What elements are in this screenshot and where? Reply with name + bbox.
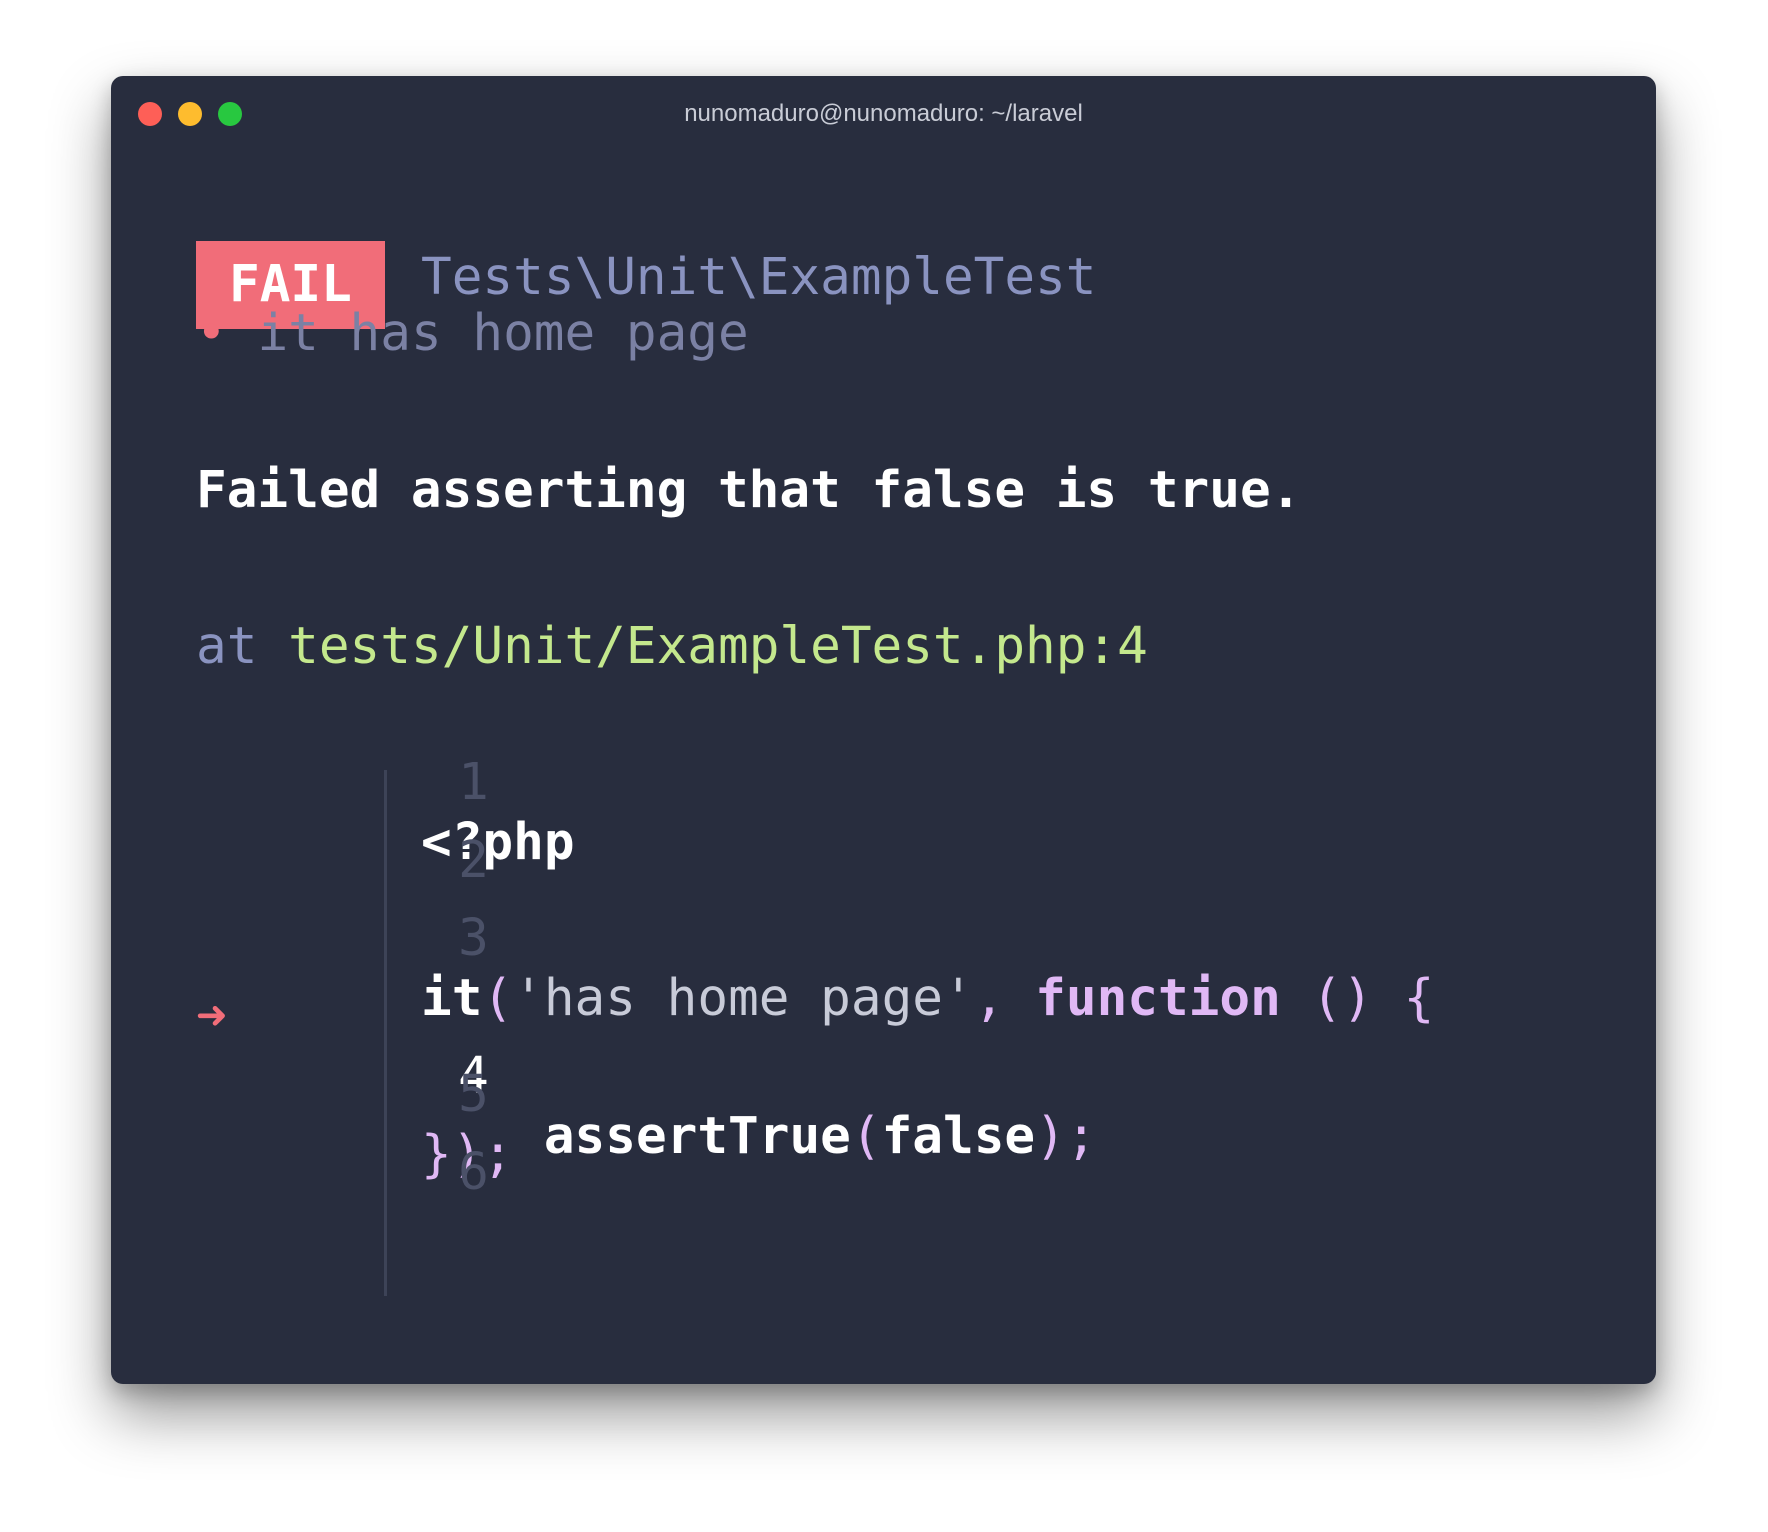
line-number: 6: [458, 1143, 489, 1202]
failure-message: Failed asserting that false is true.: [196, 461, 1302, 520]
semicolon: ;: [1065, 1107, 1097, 1166]
terminal-window: nunomaduro@nunomaduro: ~/laravel FAIL Te…: [111, 76, 1656, 1384]
title-bar: nunomaduro@nunomaduro: ~/laravel: [111, 76, 1656, 148]
code-line: 1 <?php: [196, 693, 575, 872]
open-brace: {: [1403, 969, 1435, 1028]
comma: ,: [973, 969, 1005, 1028]
test-class-name: Tests\Unit\ExampleTest: [421, 248, 1097, 307]
test-case-line: • it has home page: [196, 304, 749, 364]
close-paren: ): [1035, 1107, 1066, 1166]
failure-location: tests/Unit/ExampleTest.php:4: [288, 617, 1148, 676]
argument: false: [881, 1107, 1036, 1166]
string-literal: 'has home page': [513, 969, 974, 1028]
at-label: at: [196, 617, 258, 676]
code-text: assertTrue(false);: [421, 1107, 1097, 1167]
code-line: 2: [196, 771, 489, 890]
window-title: nunomaduro@nunomaduro: ~/laravel: [684, 100, 1083, 127]
function-call: assertTrue: [543, 1107, 851, 1166]
function-keyword: function: [1035, 969, 1281, 1028]
open-paren: (: [850, 1107, 882, 1166]
code-line: 5 });: [196, 1005, 513, 1184]
failure-location-line: at tests/Unit/ExampleTest.php:4: [196, 617, 1148, 677]
bullet-icon: •: [196, 304, 227, 363]
code-line-active: ➜ 4 assertTrue(false);: [196, 927, 1097, 1166]
code-line: 6: [196, 1083, 489, 1202]
parens: (): [1311, 969, 1373, 1028]
code-line: 3 it('has home page', function () {: [196, 849, 1434, 1028]
code-text: it('has home page', function () {: [421, 969, 1434, 1029]
test-case-name: it has home page: [257, 304, 749, 363]
